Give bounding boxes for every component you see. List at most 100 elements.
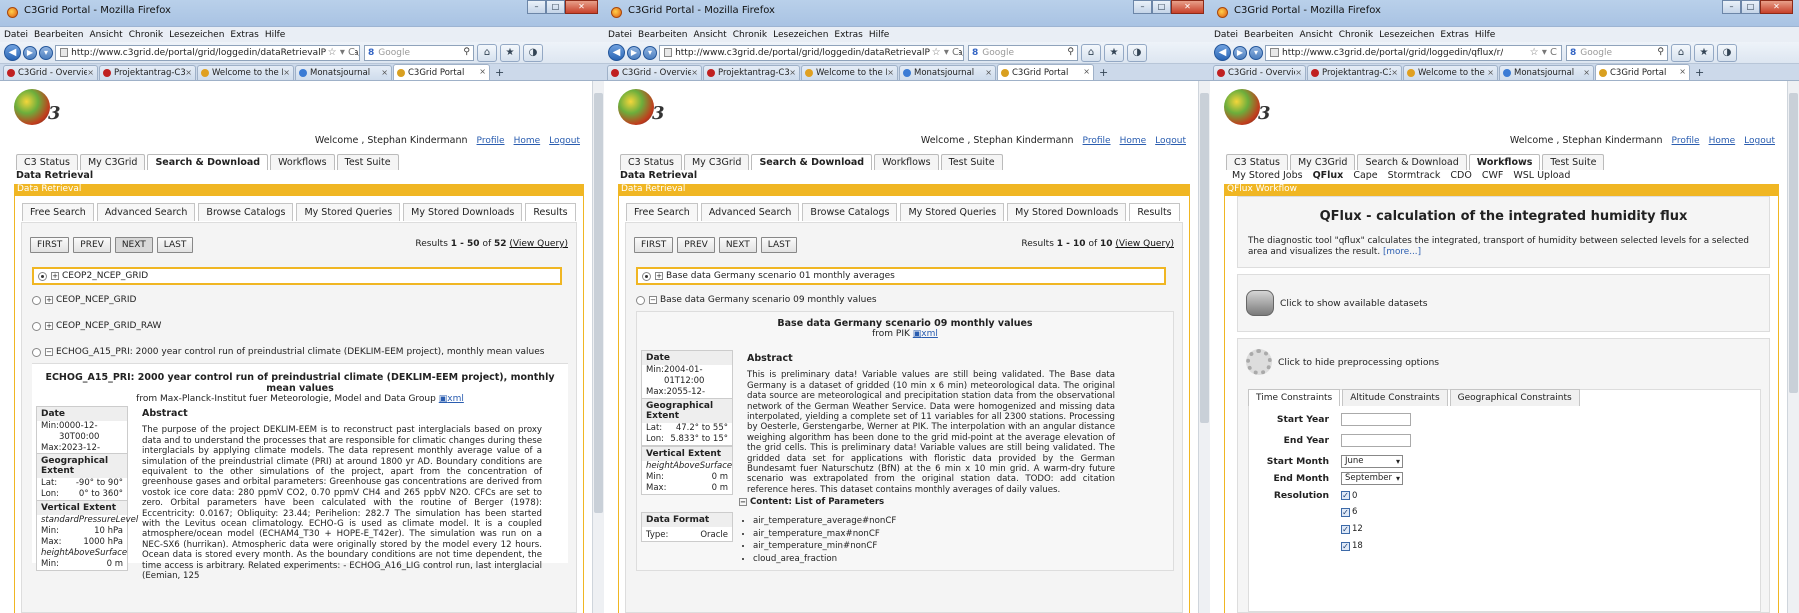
- xml-link[interactable]: ▣xml: [439, 394, 464, 404]
- menu-chronik[interactable]: Chronik: [733, 30, 767, 40]
- minimize-button[interactable]: –: [1133, 0, 1152, 14]
- menu-ansicht[interactable]: Ansicht: [89, 30, 122, 40]
- tab-close-icon[interactable]: ×: [887, 68, 894, 77]
- result-item[interactable]: + CEOP2_NCEP_GRID: [32, 267, 562, 285]
- resolution-checkbox[interactable]: ✓ 6: [1341, 507, 1357, 517]
- datasets-toggle[interactable]: Click to show available datasets: [1280, 298, 1428, 309]
- tab-stored-queries[interactable]: My Stored Queries: [296, 203, 401, 221]
- tab-search-download[interactable]: Search & Download: [1357, 154, 1467, 170]
- tab-geographical-constraints[interactable]: Geographical Constraints: [1449, 389, 1580, 406]
- menu-datei[interactable]: Datei: [608, 30, 632, 40]
- more-link[interactable]: [more...]: [1383, 247, 1421, 257]
- bookmarks-icon[interactable]: ★: [1104, 43, 1124, 62]
- tab-time-constraints[interactable]: Time Constraints: [1248, 389, 1341, 406]
- url-bar[interactable]: http://www.c3grid.de/portal/grid/loggedi…: [659, 44, 964, 61]
- history-icon[interactable]: ▾: [1249, 45, 1263, 60]
- tab-close-icon[interactable]: ×: [479, 67, 486, 76]
- tab-results[interactable]: Results: [1129, 203, 1180, 221]
- bookmark-star-icon[interactable]: ☆ ▾ C: [325, 46, 355, 58]
- profile-link[interactable]: Profile: [1083, 136, 1111, 146]
- tab-workflows[interactable]: Workflows: [270, 154, 335, 170]
- menu-hilfe[interactable]: Hilfe: [265, 30, 285, 40]
- search-field[interactable]: 8 Google ⚲: [968, 44, 1078, 61]
- expand-icon[interactable]: +: [45, 322, 53, 330]
- last-button[interactable]: LAST: [156, 237, 194, 253]
- new-tab-icon[interactable]: +: [491, 66, 508, 79]
- browser-tab[interactable]: Welcome to the IS-EN...×: [801, 65, 898, 80]
- tab-my-c3grid[interactable]: My C3Grid: [683, 154, 750, 170]
- back-icon[interactable]: ◀: [1214, 44, 1231, 61]
- bookmark-star-icon[interactable]: ☆ ▾ C: [1527, 46, 1557, 58]
- subnav-stormtrack[interactable]: Stormtrack: [1388, 170, 1441, 181]
- vertical-scrollbar[interactable]: [1787, 81, 1799, 613]
- tab-search-download[interactable]: Search & Download: [751, 154, 873, 170]
- tab-close-icon[interactable]: ×: [185, 68, 192, 77]
- radio-icon[interactable]: [636, 295, 645, 305]
- addon-icon[interactable]: ◑: [1717, 43, 1737, 62]
- tab-close-icon[interactable]: ×: [1391, 68, 1398, 77]
- browser-tab[interactable]: Monatsjournal ×: [1499, 65, 1594, 80]
- tab-advanced-search[interactable]: Advanced Search: [700, 203, 800, 221]
- subnav-wsl-upload[interactable]: WSL Upload: [1513, 170, 1570, 181]
- subnav-stored-jobs[interactable]: My Stored Jobs: [1232, 170, 1303, 181]
- back-icon[interactable]: ◀: [608, 44, 625, 61]
- addon-icon[interactable]: ◑: [1127, 43, 1147, 62]
- search-icon[interactable]: ⚲: [463, 47, 470, 57]
- search-icon[interactable]: ⚲: [1657, 47, 1664, 57]
- url-bar[interactable]: http://www.c3grid.de/portal/grid/loggedi…: [55, 44, 360, 61]
- gear-icon[interactable]: [1246, 349, 1272, 375]
- profile-link[interactable]: Profile: [1672, 136, 1700, 146]
- expand-icon[interactable]: +: [51, 272, 59, 280]
- end-month-select[interactable]: September: [1341, 472, 1403, 485]
- radio-icon[interactable]: [32, 295, 41, 305]
- collapse-icon[interactable]: −: [649, 296, 657, 304]
- history-icon[interactable]: ▾: [643, 45, 657, 60]
- home-link[interactable]: Home: [1709, 136, 1736, 146]
- browser-tab[interactable]: Monatsjournal ×: [899, 65, 996, 80]
- scrollbar-thumb[interactable]: [1200, 93, 1209, 423]
- tab-close-icon[interactable]: ×: [985, 68, 992, 77]
- browser-tab[interactable]: C3Grid - Overview - Pr...×: [607, 65, 702, 80]
- tab-my-c3grid[interactable]: My C3Grid: [1289, 154, 1356, 170]
- last-button[interactable]: LAST: [760, 237, 798, 253]
- radio-icon[interactable]: [32, 347, 41, 357]
- menu-bearbeiten[interactable]: Bearbeiten: [1244, 30, 1293, 40]
- menu-extras[interactable]: Extras: [1440, 30, 1468, 40]
- menu-lesezeichen[interactable]: Lesezeichen: [773, 30, 828, 40]
- prev-button[interactable]: PREV: [73, 237, 111, 253]
- forward-icon[interactable]: ▶: [627, 45, 641, 60]
- url-bar[interactable]: http://www.c3grid.de/portal/grid/loggedi…: [1265, 44, 1562, 61]
- maximize-button[interactable]: □: [1152, 0, 1171, 14]
- browser-tab[interactable]: Welcome to the IS-EN...×: [197, 65, 294, 80]
- back-icon[interactable]: ◀: [4, 44, 21, 61]
- search-icon[interactable]: ⚲: [1067, 47, 1074, 57]
- home-link[interactable]: Home: [514, 136, 541, 146]
- subnav-cape[interactable]: Cape: [1353, 170, 1377, 181]
- resolution-checkbox[interactable]: ✓ 18: [1341, 541, 1363, 551]
- bookmarks-icon[interactable]: ★: [500, 43, 520, 62]
- browser-tab[interactable]: Projektantrag-C3Grid-...×: [99, 65, 196, 80]
- profile-link[interactable]: Profile: [477, 136, 505, 146]
- browser-tab[interactable]: Monatsjournal ×: [295, 65, 392, 80]
- tab-free-search[interactable]: Free Search: [626, 203, 698, 221]
- tab-workflows[interactable]: Workflows: [1468, 154, 1541, 170]
- addon-icon[interactable]: ◑: [523, 43, 543, 62]
- maximize-button[interactable]: □: [1741, 0, 1760, 14]
- close-button[interactable]: ✕: [565, 0, 598, 14]
- preprocessing-header[interactable]: Click to hide preprocessing options: [1238, 339, 1769, 375]
- browser-tab-active[interactable]: C3Grid Portal ×: [393, 64, 490, 80]
- tab-close-icon[interactable]: ×: [789, 68, 796, 77]
- tab-close-icon[interactable]: ×: [1583, 68, 1590, 77]
- menu-ansicht[interactable]: Ansicht: [693, 30, 726, 40]
- new-tab-icon[interactable]: +: [1095, 66, 1112, 79]
- start-year-input[interactable]: [1341, 413, 1411, 426]
- menu-datei[interactable]: Datei: [1214, 30, 1238, 40]
- bookmarks-icon[interactable]: ★: [1694, 43, 1714, 62]
- checkbox-checked-icon[interactable]: ✓: [1341, 491, 1350, 500]
- datasets-panel[interactable]: Click to show available datasets: [1237, 274, 1770, 332]
- search-field[interactable]: 8 Google ⚲: [1566, 44, 1668, 61]
- vertical-scrollbar[interactable]: [1198, 81, 1210, 613]
- result-item[interactable]: + Base data Germany scenario 01 monthly a…: [636, 267, 1166, 285]
- prev-button[interactable]: PREV: [677, 237, 715, 253]
- result-item[interactable]: − Base data Germany scenario 09 monthly v…: [636, 295, 877, 305]
